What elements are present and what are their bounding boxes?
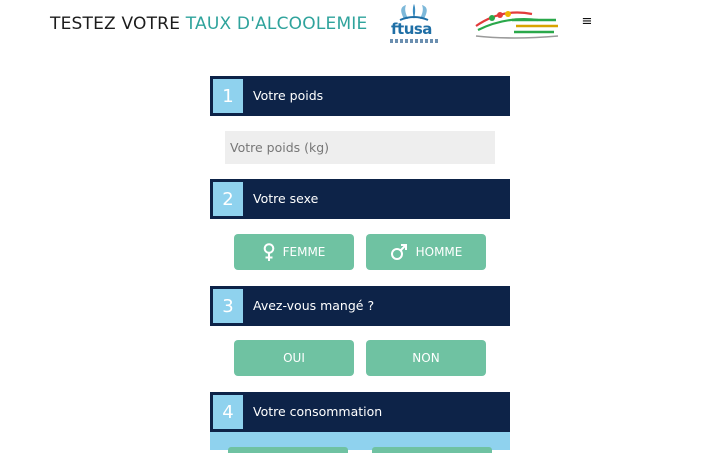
female-icon xyxy=(263,242,275,262)
male-label: HOMME xyxy=(415,245,463,259)
yes-button[interactable]: OUI xyxy=(234,340,354,376)
section-header-sex: 2 Votre sexe xyxy=(210,179,510,219)
drink-option-button[interactable] xyxy=(228,447,348,453)
section-header-ate: 3 Avez-vous mangé ? xyxy=(210,286,510,326)
section-header-consumption: 4 Votre consommation xyxy=(210,392,510,432)
section-number: 3 xyxy=(213,289,243,323)
section-label: Votre sexe xyxy=(253,191,319,206)
section-label: Votre poids xyxy=(253,88,324,103)
male-icon xyxy=(390,243,408,261)
yes-label: OUI xyxy=(283,351,305,365)
male-button[interactable]: HOMME xyxy=(366,234,486,270)
no-button[interactable]: NON xyxy=(366,340,486,376)
header: TESTEZ VOTRE TAUX D'ALCOOLEMIE ftusa ≡ xyxy=(0,0,720,55)
section-number: 2 xyxy=(213,182,243,216)
ftusa-logo[interactable]: ftusa xyxy=(386,3,442,47)
menu-icon[interactable]: ≡ xyxy=(581,15,593,29)
title-accent: TAUX D'ALCOOLEMIE xyxy=(185,14,368,34)
consumption-panel xyxy=(210,432,510,453)
page-title: TESTEZ VOTRE TAUX D'ALCOOLEMIE xyxy=(50,14,367,34)
onsr-logo[interactable] xyxy=(472,6,564,42)
title-prefix: TESTEZ VOTRE xyxy=(50,14,186,34)
female-button[interactable]: FEMME xyxy=(234,234,354,270)
section-header-weight: 1 Votre poids xyxy=(210,76,510,116)
ftusa-logo-subtitle xyxy=(390,39,438,43)
section-label: Votre consommation xyxy=(253,404,383,419)
weight-input[interactable] xyxy=(225,131,495,164)
section-number: 4 xyxy=(213,395,243,429)
female-label: FEMME xyxy=(282,245,326,259)
ftusa-logo-text: ftusa xyxy=(391,20,432,38)
no-label: NON xyxy=(412,351,440,365)
section-number: 1 xyxy=(213,79,243,113)
section-label: Avez-vous mangé ? xyxy=(253,298,375,313)
drink-option-button[interactable] xyxy=(372,447,492,453)
